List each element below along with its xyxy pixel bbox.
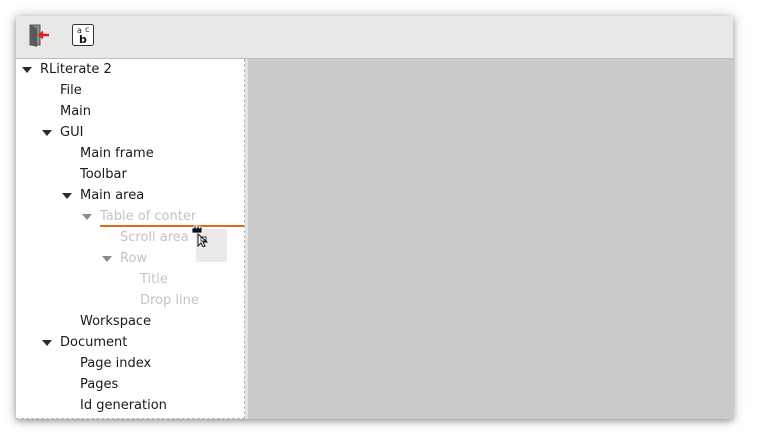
toc-row-label: Toolbar bbox=[80, 167, 127, 182]
workspace-area[interactable] bbox=[248, 59, 733, 419]
expand-triangle-icon[interactable] bbox=[22, 67, 32, 73]
toolbar: a c b bbox=[16, 16, 733, 59]
expand-triangle-icon[interactable] bbox=[62, 193, 72, 199]
toc-row-label: Main area bbox=[80, 188, 145, 203]
table-of-contents[interactable]: RLiterate 2 File Main GUI Main frame Too… bbox=[16, 59, 245, 419]
toc-row-main-area[interactable]: Main area bbox=[16, 185, 244, 206]
toc-row-label: Main frame bbox=[80, 146, 154, 161]
quit-button[interactable] bbox=[26, 24, 52, 50]
toc-row-label: File bbox=[60, 83, 82, 98]
toc-row-label: Table of contents bbox=[100, 209, 196, 224]
toc-row-label: Pages bbox=[80, 377, 119, 392]
expand-triangle-icon[interactable] bbox=[102, 256, 112, 262]
spelling-button[interactable]: a c b bbox=[70, 24, 96, 50]
toc-row-label: Workspace bbox=[80, 314, 152, 329]
quit-icon bbox=[27, 23, 51, 51]
expand-triangle-icon[interactable] bbox=[42, 130, 52, 136]
toc-row-toolbar[interactable]: Toolbar bbox=[16, 164, 244, 185]
toc-row-pages[interactable]: Pages bbox=[16, 374, 244, 395]
toc-row-rliterate[interactable]: RLiterate 2 bbox=[16, 59, 244, 80]
grab-cursor-icon bbox=[190, 225, 209, 248]
toc-row-title[interactable]: Title bbox=[16, 269, 244, 290]
toc-row-main-frame[interactable]: Main frame bbox=[16, 143, 244, 164]
toc-row-page-index[interactable]: Page index bbox=[16, 353, 244, 374]
toc-row-label: RLiterate 2 bbox=[40, 62, 112, 77]
expand-triangle-icon[interactable] bbox=[42, 340, 52, 346]
toc-row-workspace[interactable]: Workspace bbox=[16, 311, 244, 332]
toc-row-main[interactable]: Main bbox=[16, 101, 244, 122]
toc-row-file[interactable]: File bbox=[16, 80, 244, 101]
toc-row-document[interactable]: Document bbox=[16, 332, 244, 353]
app-window: a c b RLiterate 2 File Main GUI Main fra… bbox=[16, 16, 733, 419]
toc-row-label: Scroll area bbox=[120, 230, 189, 245]
toc-row-id-generation[interactable]: Id generation bbox=[16, 395, 244, 416]
drop-indicator-line bbox=[100, 225, 244, 227]
toc-row-label: Page index bbox=[80, 356, 152, 371]
spelling-icon-glyph-b: b bbox=[79, 33, 87, 46]
toc-row-label: Title bbox=[140, 272, 168, 287]
toc-row-gui[interactable]: GUI bbox=[16, 122, 244, 143]
toc-row-label: Drop line bbox=[140, 293, 199, 308]
toc-row-label: Row bbox=[120, 251, 148, 266]
toc-row-label: Main bbox=[60, 104, 92, 119]
expand-triangle-icon[interactable] bbox=[82, 214, 92, 220]
spelling-icon: a c b bbox=[71, 23, 95, 51]
toc-row-label: GUI bbox=[60, 125, 84, 140]
toc-row-label: Document bbox=[60, 335, 128, 350]
toc-row-label: Id generation bbox=[80, 398, 167, 413]
toc-row-drop-line[interactable]: Drop line bbox=[16, 290, 244, 311]
toc-row-table-of-contents[interactable]: Table of contents bbox=[16, 206, 196, 227]
